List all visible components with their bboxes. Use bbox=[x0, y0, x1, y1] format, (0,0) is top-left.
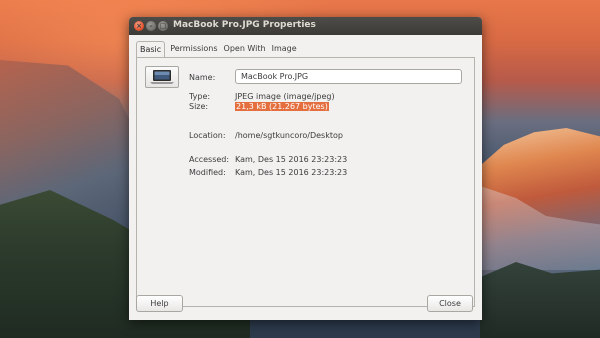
wallpaper-forest-right bbox=[480, 262, 600, 338]
accessed-label: Accessed: bbox=[189, 155, 230, 164]
close-button[interactable]: Close bbox=[427, 295, 473, 312]
laptop-thumbnail-icon bbox=[150, 70, 174, 84]
modified-label: Modified: bbox=[189, 168, 226, 177]
tab-open-with[interactable]: Open With bbox=[221, 41, 269, 57]
name-field[interactable] bbox=[235, 69, 462, 84]
close-icon[interactable]: × bbox=[134, 21, 144, 31]
size-value[interactable]: 21,3 kB (21.267 bytes) bbox=[235, 102, 329, 111]
location-label: Location: bbox=[189, 131, 226, 140]
image-file-icon[interactable] bbox=[145, 66, 179, 88]
tab-permissions[interactable]: Permissions bbox=[167, 41, 220, 57]
properties-dialog: × – □ MacBook Pro.JPG Properties Basic P… bbox=[129, 17, 482, 320]
type-label: Type: bbox=[189, 92, 211, 101]
modified-value: Kam, Des 15 2016 23:23:23 bbox=[235, 168, 348, 177]
minimize-icon[interactable]: – bbox=[146, 21, 156, 31]
maximize-icon[interactable]: □ bbox=[158, 21, 168, 31]
size-label: Size: bbox=[189, 102, 209, 111]
name-label: Name: bbox=[189, 73, 216, 82]
tab-basic[interactable]: Basic bbox=[136, 41, 166, 58]
help-button[interactable]: Help bbox=[136, 295, 183, 312]
tab-image[interactable]: Image bbox=[269, 41, 300, 57]
type-value: JPEG image (image/jpeg) bbox=[235, 92, 335, 101]
location-value[interactable]: /home/sgtkuncoro/Desktop bbox=[235, 131, 343, 140]
window-title: MacBook Pro.JPG Properties bbox=[173, 20, 316, 30]
tab-bar: Basic Permissions Open With Image bbox=[136, 41, 300, 58]
window-titlebar[interactable]: × – □ MacBook Pro.JPG Properties bbox=[129, 17, 482, 35]
accessed-value: Kam, Des 15 2016 23:23:23 bbox=[235, 155, 348, 164]
basic-tab-panel: Name: Type: JPEG image (image/jpeg) Size… bbox=[136, 57, 475, 307]
